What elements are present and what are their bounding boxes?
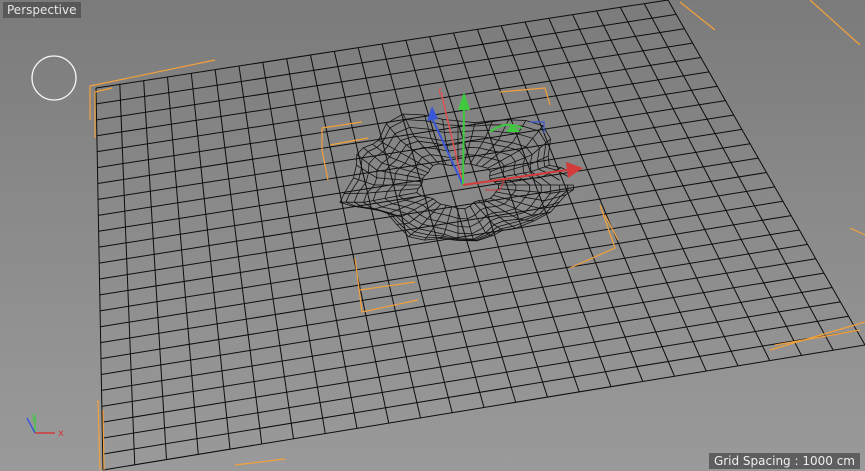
plane-grid	[95, 0, 865, 471]
crater-spoke	[385, 123, 434, 166]
crater-spoke	[469, 120, 493, 165]
axis-x-label: x	[58, 428, 64, 439]
view-name-label[interactable]: Perspective	[3, 2, 81, 18]
plane-selection-brackets	[89, 0, 865, 471]
object-selection-brackets	[321, 87, 619, 313]
grid-line-depth	[524, 21, 675, 377]
grid-line-width	[102, 315, 849, 439]
crater-ring	[363, 135, 551, 240]
scene-canvas[interactable]: r y x	[0, 0, 865, 471]
grid-line-width	[99, 172, 767, 280]
grid-line-width	[101, 258, 816, 375]
grid-line-width	[102, 344, 865, 471]
grid-line-width	[99, 186, 775, 296]
grid-line-width	[102, 301, 841, 423]
axis-y-label: y	[31, 411, 37, 422]
crater-spoke	[489, 155, 549, 177]
grid-line-depth	[619, 7, 802, 356]
crater-spoke	[344, 188, 419, 195]
world-axis-icon: y x	[26, 411, 64, 439]
grid-line-width	[100, 200, 783, 312]
viewport-perspective[interactable]: r y x Perspective Grid Spacing : 1000 cm	[0, 0, 865, 471]
grid-line-width	[100, 215, 792, 328]
grid-line-width	[101, 272, 825, 391]
grid-line-depth	[572, 14, 739, 367]
crater-spoke	[340, 192, 417, 203]
grid-line-width	[101, 287, 833, 407]
grid-spacing-readout: Grid Spacing : 1000 cm	[708, 453, 860, 469]
grid-line-width	[102, 330, 857, 455]
grid-line-depth	[476, 29, 612, 387]
grid-line-depth	[548, 18, 707, 372]
grid-line-depth	[453, 32, 580, 393]
navigation-circle-icon[interactable]	[31, 55, 77, 101]
